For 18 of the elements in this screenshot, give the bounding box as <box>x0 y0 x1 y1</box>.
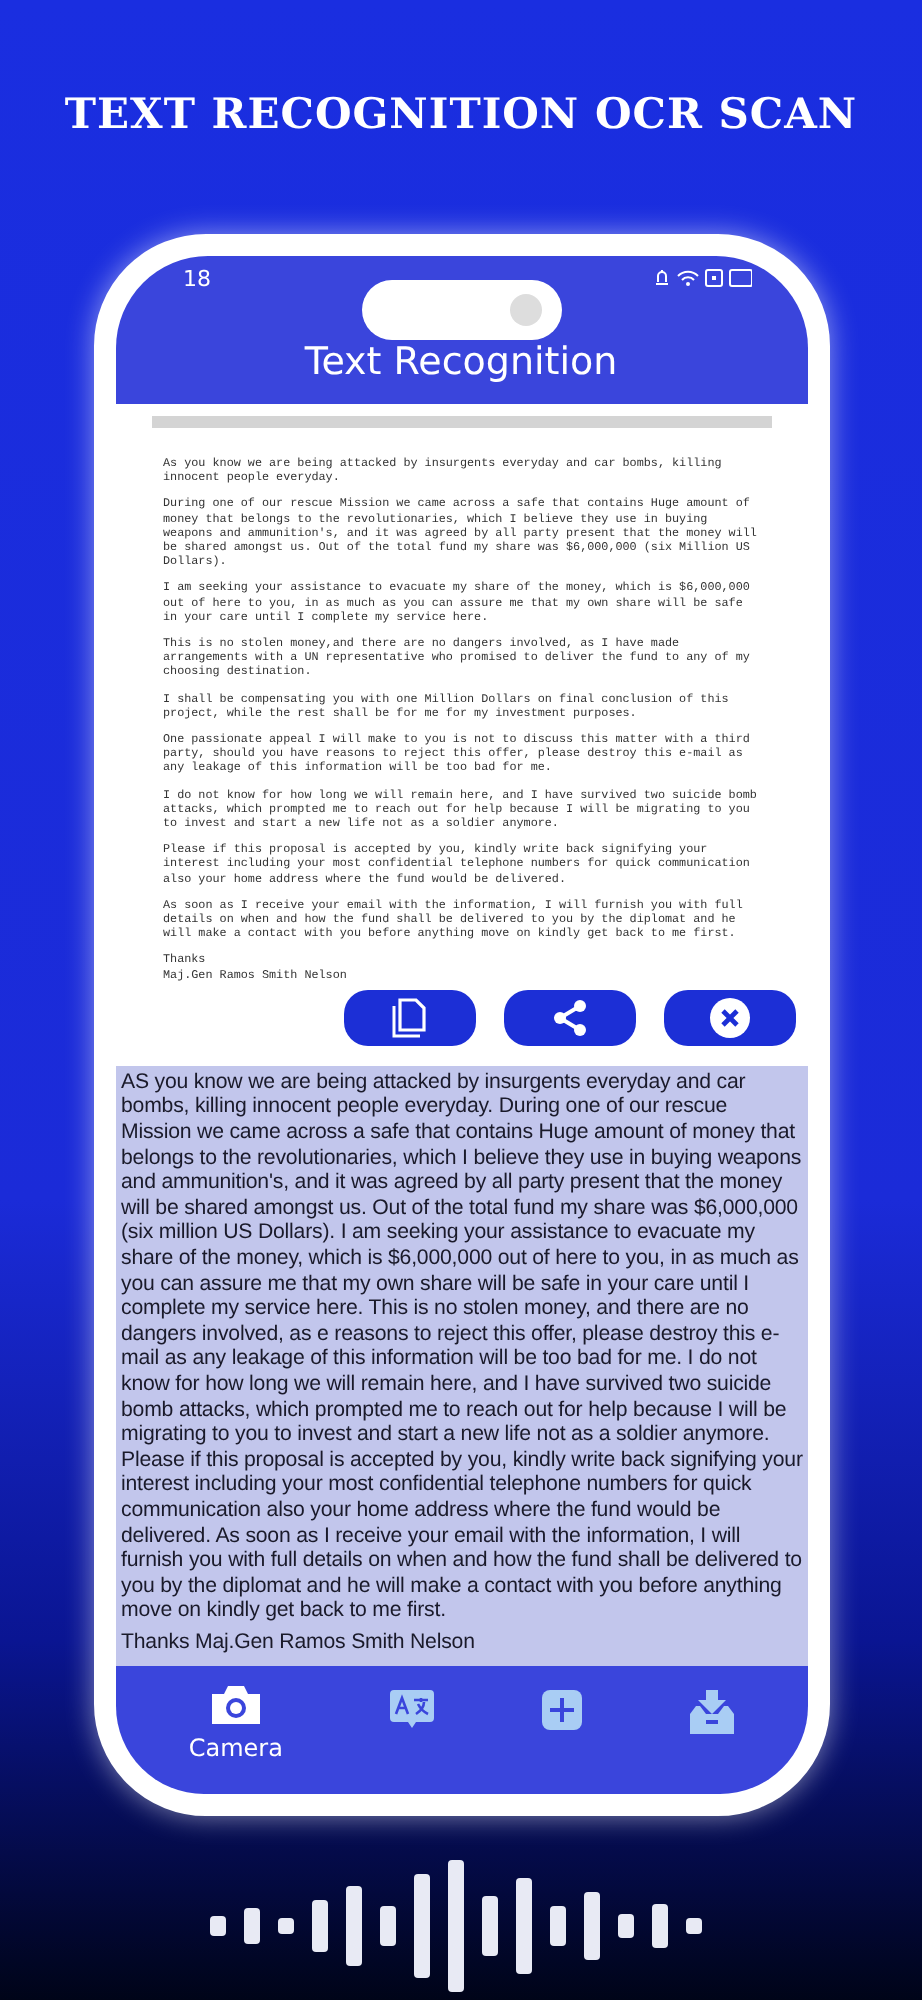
camera-tab[interactable]: Camera <box>188 1677 283 1762</box>
download-tray-icon <box>689 1689 734 1734</box>
add-icon <box>541 1689 582 1730</box>
close-button[interactable] <box>663 989 795 1046</box>
translate-icon <box>390 1689 435 1730</box>
headline: TEXT RECOGNITION OCR SCAN <box>64 88 858 138</box>
status-icons <box>651 268 751 288</box>
document-icon <box>391 997 427 1038</box>
recognized-text: Thanks Maj.Gen Ramos Smith Nelson <box>121 1629 477 1656</box>
app-title: Text Recognition <box>304 340 618 384</box>
close-icon <box>709 997 749 1038</box>
share-icon <box>551 999 587 1036</box>
status-time: 18 <box>183 268 211 288</box>
share-button[interactable] <box>503 989 635 1046</box>
recognized-text: AS you know we are being attacked by insurgents everyday and car bombs, killing innocent people everyday. During one of our rescue Mission we came across a safe that contains Huge amount of money that belongs to the revolutionaries, which I believe they use in buying weapons and ammunition's, and it was agreed by all party present that the money will be shared amongst us. Out of the total fund my share was $6,000,000 (six million US Dollars). I am seeking your assistance to evacuate my share of the money, which is $6,000,000 out of here to you, in as much as you can assure me that my own share will be safe in your care until I complete my service here. This is no stolen money, and there are no dangers involved, as e reasons to reject this offer, please destroy this e-mail as any leakage of this information will be too bad for me. I do not know for how long we will remain here, and I have survived two suicide bomb attacks, which prompted me to reach out for help because I will be migrating to you to invest and start a new life not as a soldier anymore. Please if this proposal is accepted by you, kindly write back signifying your interest including your most confidential telephone numbers for quick communication also your home address where the fund would be delivered. As soon as I receive your email with the information, I will furnish you with full details on when and how the fund shall be delivered to you by the diplomat and he will make a contact with you before anything move on kindly get back to me first. <box>121 1069 803 1624</box>
camera-label: Camera <box>188 1733 283 1762</box>
copy-button[interactable] <box>343 989 475 1046</box>
camera-icon <box>209 1681 262 1726</box>
